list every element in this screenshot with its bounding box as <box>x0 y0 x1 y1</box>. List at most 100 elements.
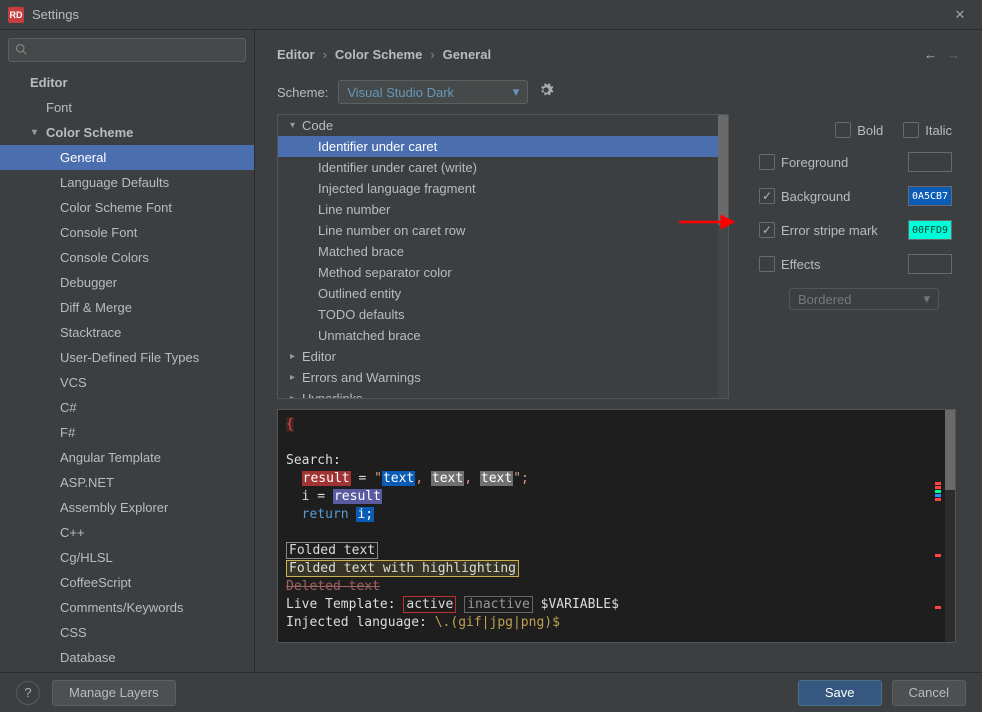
tree-item[interactable]: Console Font <box>0 220 254 245</box>
tree-item[interactable]: Stacktrace <box>0 320 254 345</box>
scrollbar-thumb[interactable] <box>945 410 955 490</box>
scheme-tree-item[interactable]: Unmatched brace <box>278 325 728 346</box>
attribute-panel: Bold Italic Foreground <box>739 114 972 399</box>
error-stripe-mark[interactable] <box>935 498 941 501</box>
chevron-icon: ▸ <box>290 351 302 362</box>
scheme-tree-group[interactable]: ▸Hyperlinks <box>278 388 728 399</box>
background-label: Background <box>781 189 850 204</box>
tree-item[interactable]: ▾Color Scheme <box>0 120 254 145</box>
tree-item[interactable]: C++ <box>0 520 254 545</box>
tree-item[interactable]: User-Defined File Types <box>0 345 254 370</box>
error-stripe-mark[interactable] <box>935 554 941 557</box>
tree-item[interactable]: Font <box>0 95 254 120</box>
window-title: Settings <box>32 7 79 22</box>
background-swatch[interactable]: 0A5CB7 <box>908 186 952 206</box>
tree-item-label: F# <box>60 425 75 440</box>
tree-item-label: Angular Template <box>60 450 161 465</box>
gear-icon[interactable] <box>538 82 554 102</box>
scheme-tree-item[interactable]: Line number <box>278 199 728 220</box>
scheme-tree-item[interactable]: Matched brace <box>278 241 728 262</box>
tree-item[interactable]: ASP.NET <box>0 470 254 495</box>
nav-back-icon[interactable]: ← <box>924 47 937 62</box>
cancel-button[interactable]: Cancel <box>892 680 966 706</box>
tree-item-label: Console Font <box>60 225 137 240</box>
effects-swatch[interactable] <box>908 254 952 274</box>
nav-forward-icon: → <box>947 47 960 62</box>
chevron-icon: ▾ <box>290 120 302 131</box>
background-checkbox[interactable]: Background <box>759 188 850 204</box>
scrollbar[interactable] <box>718 115 728 398</box>
error-stripe-swatch[interactable]: 00FFD9 <box>908 220 952 240</box>
tree-item-editor[interactable]: Editor <box>0 70 254 95</box>
scrollbar[interactable] <box>945 410 955 642</box>
scheme-tree-label: Errors and Warnings <box>302 370 421 385</box>
scheme-tree-group[interactable]: ▾Code <box>278 115 728 136</box>
tree-item[interactable]: VCS <box>0 370 254 395</box>
tree-item[interactable]: C# <box>0 395 254 420</box>
tree-item[interactable]: Console Colors <box>0 245 254 270</box>
tree-item[interactable]: Language Defaults <box>0 170 254 195</box>
chevron-down-icon: ▾ <box>513 84 520 100</box>
foreground-swatch[interactable] <box>908 152 952 172</box>
scheme-tree-item[interactable]: Line number on caret row <box>278 220 728 241</box>
foreground-checkbox[interactable]: Foreground <box>759 154 848 170</box>
error-stripe-checkbox[interactable]: Error stripe mark <box>759 222 878 238</box>
scheme-element-tree[interactable]: ▾CodeIdentifier under caretIdentifier un… <box>277 114 729 399</box>
breadcrumb-item[interactable]: Editor <box>277 47 315 62</box>
effects-type-select[interactable]: Bordered ▾ <box>789 288 939 310</box>
preview-editor[interactable]: { Search: result = "text, text, text"; i… <box>277 409 956 643</box>
tree-item[interactable]: Angular Template <box>0 445 254 470</box>
scheme-tree-item[interactable]: Outlined entity <box>278 283 728 304</box>
tree-item-label: CoffeeScript <box>60 575 131 590</box>
tree-item-label: Console Colors <box>60 250 149 265</box>
scheme-tree-label: Code <box>302 118 333 133</box>
save-button[interactable]: Save <box>798 680 882 706</box>
scheme-tree-group[interactable]: ▸Editor <box>278 346 728 367</box>
breadcrumb: Editor › Color Scheme › General ← → <box>255 30 982 68</box>
breadcrumb-item[interactable]: Color Scheme <box>335 47 422 62</box>
help-button[interactable]: ? <box>16 681 40 705</box>
scheme-tree-item[interactable]: Injected language fragment <box>278 178 728 199</box>
error-stripe-mark[interactable] <box>935 606 941 609</box>
tree-item[interactable]: General <box>0 145 254 170</box>
tree-item-label: Language Defaults <box>60 175 169 190</box>
search-input[interactable] <box>31 43 239 58</box>
close-icon[interactable]: ✕ <box>946 5 974 25</box>
tree-item[interactable]: Assembly Explorer <box>0 495 254 520</box>
error-stripe-mark[interactable] <box>935 482 941 485</box>
effects-checkbox[interactable]: Effects <box>759 256 821 272</box>
manage-layers-button[interactable]: Manage Layers <box>52 680 176 706</box>
scrollbar-thumb[interactable] <box>718 115 728 225</box>
tree-item[interactable]: Database <box>0 645 254 670</box>
settings-tree[interactable]: EditorFont▾Color SchemeGeneral Language D… <box>0 70 254 672</box>
app-icon: RD <box>8 7 24 23</box>
annotation-arrow <box>679 210 739 234</box>
tree-item-label: C++ <box>60 525 85 540</box>
error-stripe-mark[interactable] <box>935 486 941 489</box>
tree-item[interactable]: F# <box>0 420 254 445</box>
scheme-tree-group[interactable]: ▸Errors and Warnings <box>278 367 728 388</box>
error-stripe-gutter[interactable] <box>933 410 941 642</box>
tree-item[interactable]: Debugger <box>0 270 254 295</box>
tree-item[interactable]: CoffeeScript <box>0 570 254 595</box>
tree-item[interactable]: CSS <box>0 620 254 645</box>
error-stripe-mark[interactable] <box>935 490 941 493</box>
scheme-tree-label: Hyperlinks <box>302 391 363 399</box>
tree-item[interactable]: Comments/Keywords <box>0 595 254 620</box>
settings-search[interactable] <box>8 38 246 62</box>
chevron-icon: ▸ <box>290 393 302 399</box>
scheme-tree-item[interactable]: Identifier under caret (write) <box>278 157 728 178</box>
tree-item-label: ASP.NET <box>60 475 114 490</box>
scheme-tree-item[interactable]: Method separator color <box>278 262 728 283</box>
italic-checkbox[interactable]: Italic <box>903 122 952 138</box>
effects-type-value: Bordered <box>798 292 851 307</box>
scheme-tree-item[interactable]: TODO defaults <box>278 304 728 325</box>
tree-item[interactable]: Color Scheme Font <box>0 195 254 220</box>
error-stripe-mark[interactable] <box>935 494 941 497</box>
scheme-select[interactable]: Visual Studio Dark ▾ <box>338 80 528 104</box>
tree-item[interactable]: Cg/HLSL <box>0 545 254 570</box>
tree-item[interactable]: Diff & Merge <box>0 295 254 320</box>
scheme-tree-item[interactable]: Identifier under caret <box>278 136 728 157</box>
bold-checkbox[interactable]: Bold <box>835 122 883 138</box>
titlebar: RD Settings ✕ <box>0 0 982 30</box>
